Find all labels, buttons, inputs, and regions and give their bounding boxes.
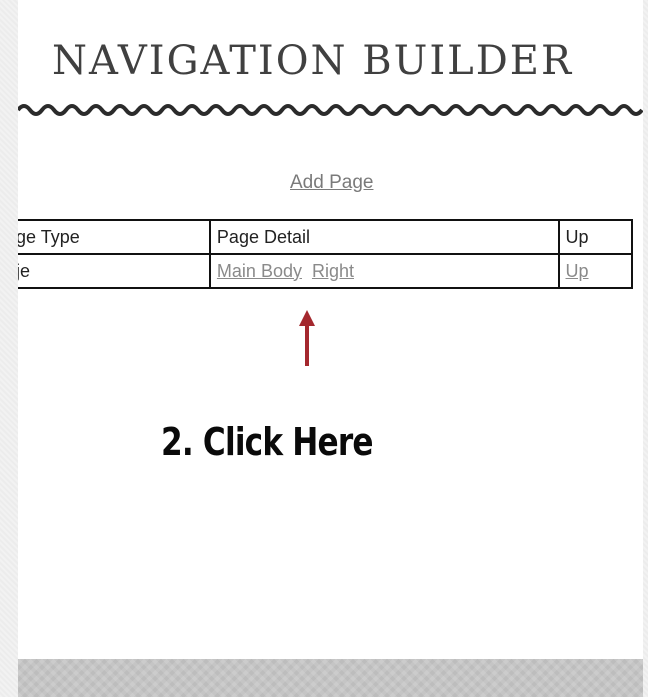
wavy-divider xyxy=(18,104,643,116)
add-page-link[interactable]: Add Page xyxy=(290,172,373,194)
update-link[interactable]: Up xyxy=(566,261,589,281)
row-page-detail: Main Body Right xyxy=(208,253,560,289)
click-here-callout: 2. Click Here xyxy=(161,420,374,464)
table-header-row: ge Type Page Detail Up xyxy=(18,219,634,255)
right-link[interactable]: Right xyxy=(312,261,354,281)
row-page-type: je xyxy=(18,253,211,289)
row-update: Up xyxy=(557,253,634,289)
header-update: Up xyxy=(557,219,634,255)
page-content: NAVIGATION BUILDER Add Page ge Type Page… xyxy=(18,0,643,697)
header-page-type: ge Type xyxy=(18,219,211,255)
main-body-link[interactable]: Main Body xyxy=(217,261,302,281)
footer-band xyxy=(18,659,643,697)
up-arrow-icon xyxy=(299,310,315,366)
table-row: je Main Body Right Up xyxy=(18,253,634,289)
header-page-detail: Page Detail xyxy=(208,219,560,255)
pages-table: ge Type Page Detail Up je Main Body Right… xyxy=(18,219,634,289)
page-title: NAVIGATION BUILDER xyxy=(52,38,574,84)
